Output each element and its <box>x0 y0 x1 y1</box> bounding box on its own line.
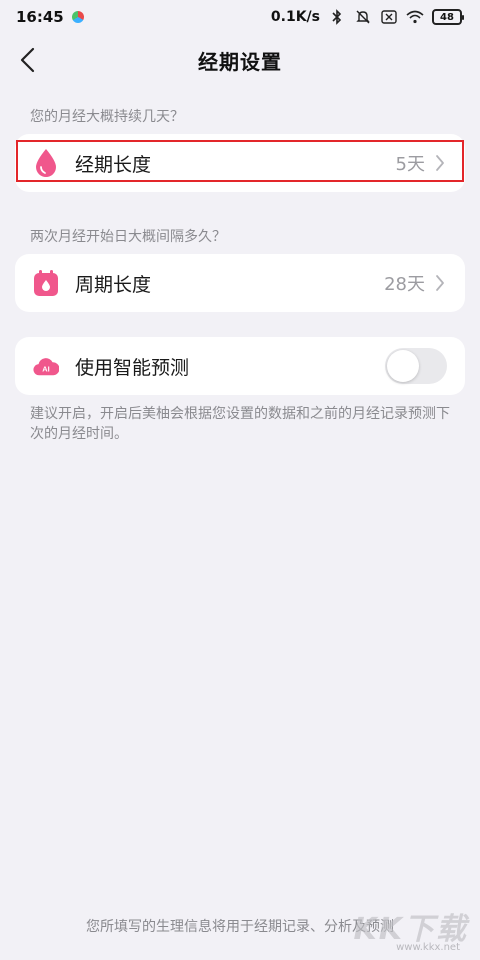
mute-icon <box>354 9 372 25</box>
watermark-url: www.kkx.net <box>396 942 460 953</box>
ai-icon-text: AI <box>42 365 49 374</box>
network-speed: 0.1K/s <box>270 9 320 25</box>
battery-icon: 48 <box>432 9 464 25</box>
status-bar: 16:45 0.1K/s 48 <box>0 0 480 34</box>
sim-off-icon <box>380 9 398 25</box>
drop-icon <box>33 148 59 178</box>
cycle-hint: 两次月经开始日大概间隔多久？ <box>30 229 226 245</box>
cycle-length-row[interactable]: 周期长度 28天 <box>15 254 465 312</box>
chevron-left-icon <box>20 47 35 73</box>
period-length-value: 5天 <box>395 154 425 175</box>
period-hint: 您的月经大概持续几天？ <box>30 109 184 125</box>
wifi-icon <box>406 9 424 25</box>
smart-prediction-row: AI 使用智能预测 <box>15 337 465 395</box>
cycle-length-label: 周期长度 <box>75 273 152 296</box>
smart-prediction-label: 使用智能预测 <box>75 356 190 379</box>
back-button[interactable] <box>14 46 42 74</box>
app-notification-icon <box>71 11 84 23</box>
ai-cloud-icon: AI <box>33 351 59 381</box>
calendar-icon <box>33 268 59 298</box>
status-time: 16:45 <box>16 8 64 26</box>
chevron-right-icon <box>435 273 447 293</box>
period-length-label: 经期长度 <box>75 153 152 176</box>
bluetooth-icon <box>328 9 346 25</box>
period-length-row[interactable]: 经期长度 5天 <box>15 134 465 192</box>
page-title: 经期设置 <box>198 49 282 74</box>
prediction-note: 建议开启，开启后美柚会根据您设置的数据和之前的月经记录预测下次的月经时间。 <box>30 406 450 442</box>
cycle-length-value: 28天 <box>384 274 425 295</box>
navigation-header: 经期设置 <box>0 38 480 82</box>
chevron-right-icon <box>435 153 447 173</box>
smart-prediction-toggle[interactable] <box>385 348 447 384</box>
